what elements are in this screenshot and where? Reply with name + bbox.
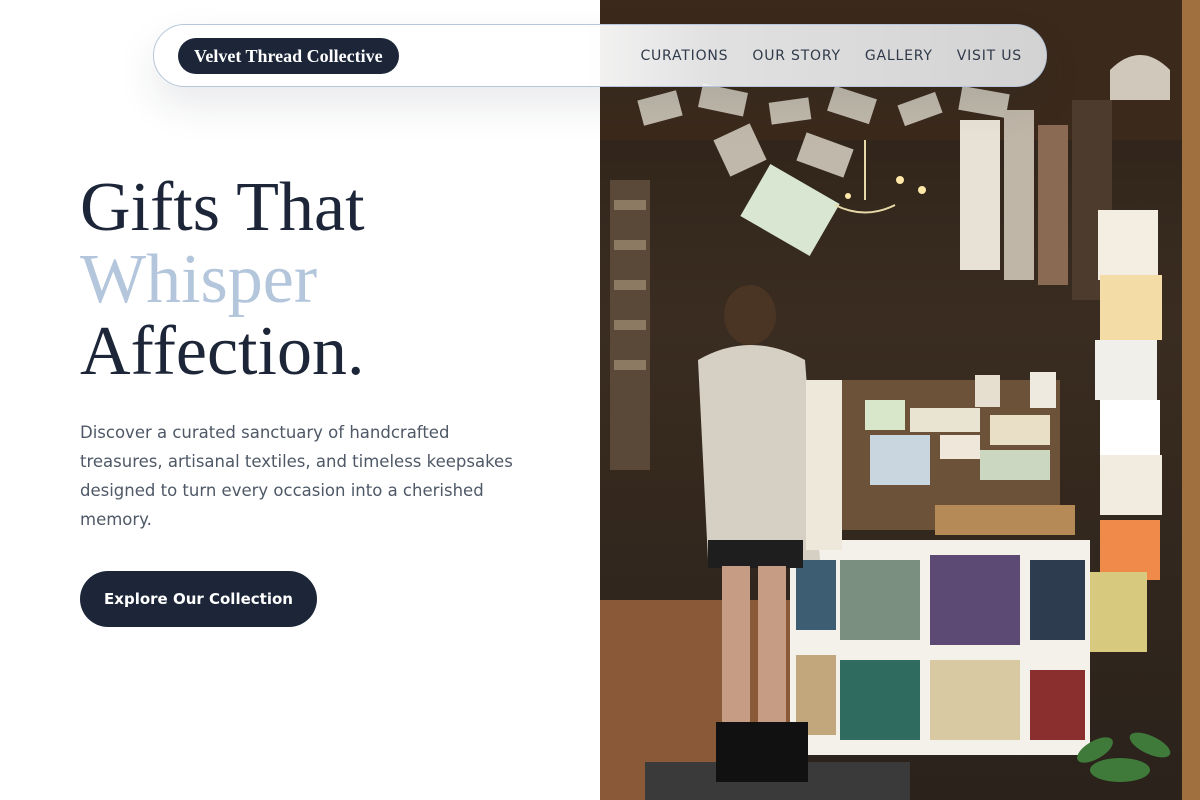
explore-collection-button[interactable]: Explore Our Collection xyxy=(80,571,317,627)
hero-title-line-1: Gifts That xyxy=(80,169,365,246)
hero-title-line-3: Affection. xyxy=(80,313,365,390)
top-navigation: Velvet Thread Collective CURATIONS OUR S… xyxy=(153,24,1047,87)
hero-photo xyxy=(600,0,1200,800)
bookshop-illustration xyxy=(600,0,1200,800)
nav-link-gallery[interactable]: GALLERY xyxy=(865,48,933,64)
hero-section: Gifts That Whisper Affection. Discover a… xyxy=(80,172,540,534)
nav-links: CURATIONS OUR STORY GALLERY VISIT US xyxy=(640,48,1022,64)
hero-title: Gifts That Whisper Affection. xyxy=(80,172,540,388)
hero-description: Discover a curated sanctuary of handcraf… xyxy=(80,423,513,529)
nav-link-curations[interactable]: CURATIONS xyxy=(640,48,728,64)
nav-link-visit-us[interactable]: VISIT US xyxy=(957,48,1022,64)
nav-link-our-story[interactable]: OUR STORY xyxy=(752,48,841,64)
hero-title-accent: Whisper xyxy=(80,241,318,318)
brand-logo[interactable]: Velvet Thread Collective xyxy=(178,37,399,74)
